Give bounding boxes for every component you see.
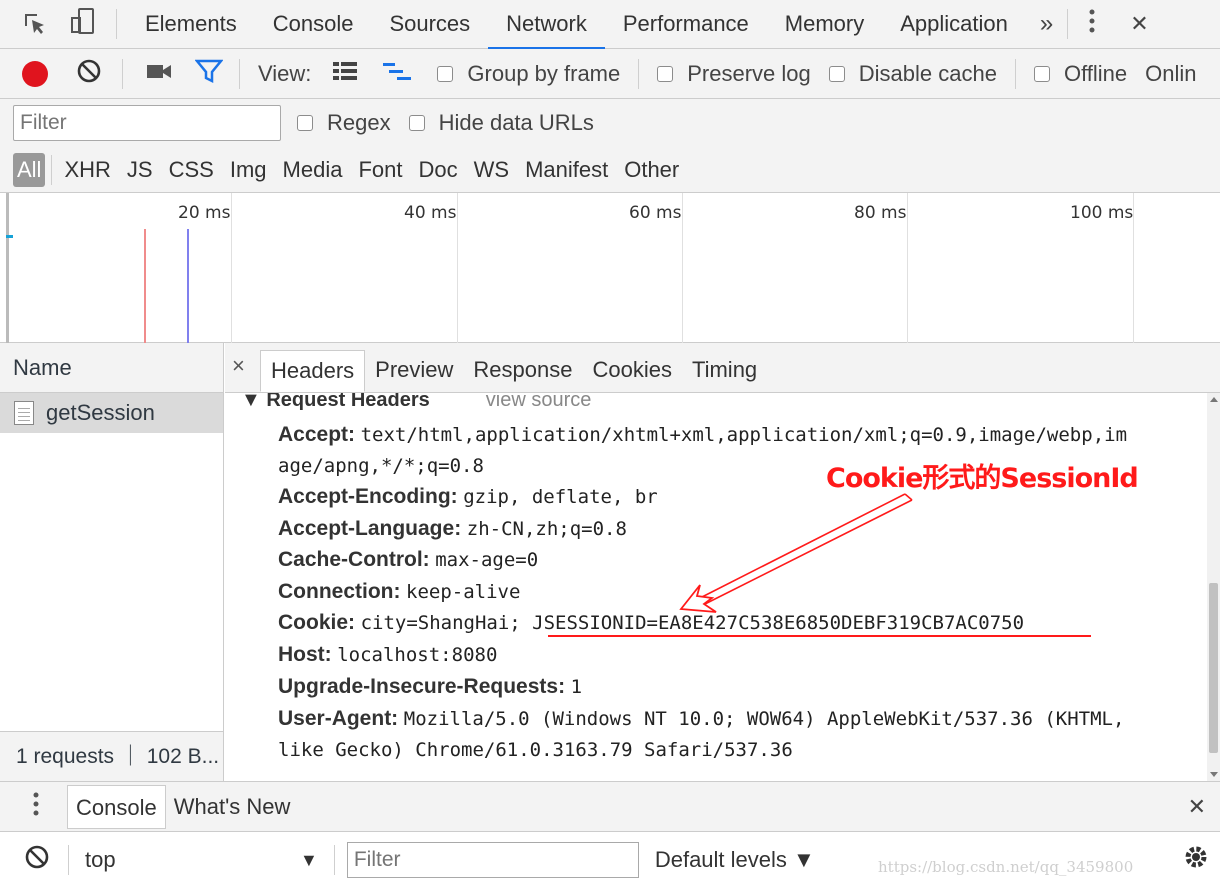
- annotation-arrow: [548, 493, 1091, 637]
- drawer-tab-bar: Console What's New ✕: [0, 781, 1220, 832]
- close-drawer-button[interactable]: ✕: [1188, 794, 1206, 820]
- console-filter-input[interactable]: [346, 842, 639, 878]
- drawer-menu-icon[interactable]: [32, 791, 40, 823]
- context-dropdown-arrow[interactable]: ▼: [300, 850, 318, 871]
- context-selector[interactable]: top: [85, 847, 300, 873]
- log-levels-select[interactable]: Default levels ▼: [655, 847, 815, 873]
- watermark: https://blog.csdn.net/qq_3459800: [878, 858, 1134, 876]
- console-settings-icon[interactable]: [1182, 843, 1210, 877]
- drawer-tab-console[interactable]: Console: [67, 784, 166, 829]
- drawer-tab-whats-new[interactable]: What's New: [166, 785, 299, 829]
- clear-console-icon[interactable]: [24, 844, 50, 876]
